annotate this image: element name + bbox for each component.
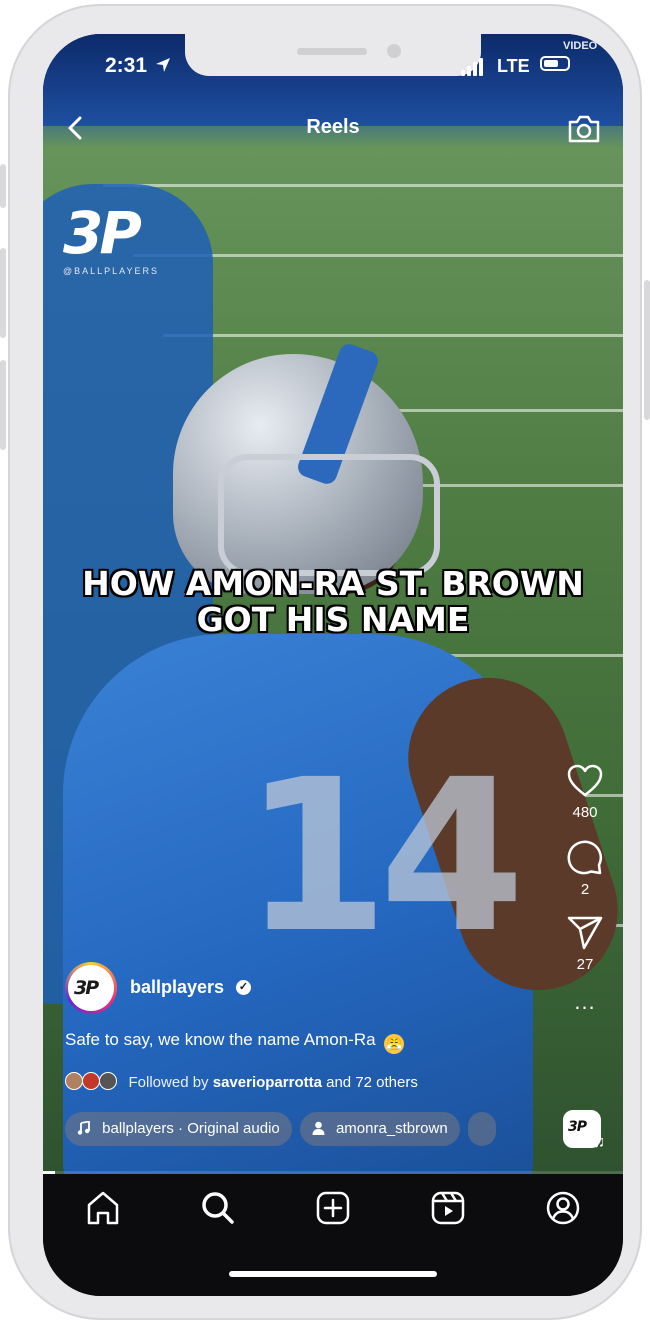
side-button-power (644, 280, 650, 420)
follower-avatar (82, 1072, 101, 1090)
signal-icon (461, 58, 485, 76)
bottom-tab-bar (43, 1174, 623, 1296)
like-button[interactable]: 480 (565, 764, 605, 821)
tab-reels[interactable] (428, 1188, 468, 1228)
status-time-text: 2:31 (105, 54, 148, 77)
watermark-logo-mark: 3P (63, 199, 142, 267)
watermark-handle: @BALLPLAYERS (63, 266, 160, 276)
more-options-button[interactable]: ... (565, 989, 605, 1015)
camera-icon[interactable] (567, 114, 601, 144)
followed-by[interactable]: Followed by saverioparrotta and 72 other… (65, 1072, 418, 1091)
verified-badge-icon: ✓ (236, 980, 251, 995)
person-icon (312, 1112, 325, 1146)
page-title: Reels (306, 116, 360, 138)
caption-emoji: 😤 (384, 1034, 405, 1054)
reel-video[interactable]: 14 3P @BALLPLAYERS HOW AMON-RA ST. BROWN… (43, 34, 623, 1174)
music-note-icon (77, 1112, 91, 1146)
comment-button[interactable]: 2 (565, 839, 605, 898)
notch (185, 34, 481, 76)
player-facemask (218, 454, 440, 576)
watermark-logo: 3P @BALLPLAYERS (63, 204, 193, 276)
tagged-user-label: amonra_stbrown (335, 1120, 448, 1137)
reels-icon (431, 1191, 465, 1225)
video-label: VIDEO (563, 40, 598, 52)
screen: 14 3P @BALLPLAYERS HOW AMON-RA ST. BROWN… (43, 34, 623, 1296)
comment-icon (567, 840, 602, 875)
caption[interactable]: Safe to say, we know the name Amon-Ra 😤 (65, 1030, 405, 1054)
caption-text: Safe to say, we know the name Amon-Ra (65, 1030, 376, 1049)
followed-by-suffix: and 72 others (326, 1074, 418, 1091)
tagged-user-chip[interactable]: amonra_stbrown (299, 1112, 460, 1146)
home-indicator[interactable] (229, 1271, 437, 1277)
follower-avatar (99, 1072, 118, 1090)
jersey-number: 14 (243, 734, 525, 979)
battery-icon (540, 56, 570, 71)
username[interactable]: ballplayers (130, 977, 224, 998)
avatar[interactable]: 3P (65, 962, 117, 1014)
comment-count: 2 (580, 881, 590, 898)
yard-line (103, 184, 623, 187)
action-rail: 480 2 27 ... (565, 764, 605, 1037)
audio-thumbnail-logo: 3P (568, 1119, 587, 1135)
overflow-chip[interactable] (467, 1112, 496, 1146)
speaker (297, 48, 367, 55)
search-icon (202, 1192, 234, 1224)
side-button-volume-down (0, 360, 6, 450)
share-button[interactable]: 27 (565, 916, 605, 973)
send-icon (567, 916, 603, 950)
music-note-icon: ♫ (593, 1134, 605, 1151)
tab-profile[interactable] (543, 1188, 583, 1228)
reels-header: Reels (43, 114, 623, 144)
home-icon (87, 1191, 119, 1225)
audio-chip-label: ballplayers · Original audio (102, 1120, 280, 1137)
tab-search[interactable] (198, 1188, 238, 1228)
followed-by-prefix: Followed by (128, 1074, 209, 1091)
tab-home[interactable] (83, 1188, 123, 1228)
side-button-mute (0, 164, 6, 208)
tab-create[interactable] (313, 1188, 353, 1228)
like-count: 480 (572, 804, 598, 821)
network-label: LTE (497, 56, 530, 76)
status-bar: 2:31 VIDEO LTE (43, 34, 623, 94)
avatar-image: 3P (68, 965, 114, 1011)
front-camera (387, 44, 401, 58)
share-count: 27 (576, 956, 594, 973)
side-button-volume-up (0, 248, 6, 338)
audio-chip[interactable]: ballplayers · Original audio (65, 1112, 292, 1146)
followed-by-user: saverioparrotta (212, 1074, 322, 1091)
location-arrow-icon (155, 58, 170, 72)
heart-icon (567, 764, 603, 797)
follower-avatar (65, 1072, 83, 1090)
avatar-logo: 3P (74, 977, 99, 999)
profile-icon (546, 1191, 580, 1225)
status-time: 2:31 (105, 54, 171, 78)
create-icon (316, 1191, 350, 1225)
chip-row: ballplayers · Original audio amonra_stbr… (65, 1112, 504, 1146)
video-headline: HOW AMON-RA ST. BROWN GOT HIS NAME (82, 564, 584, 639)
yard-line (163, 334, 623, 337)
phone-frame: 14 3P @BALLPLAYERS HOW AMON-RA ST. BROWN… (0, 4, 650, 1320)
